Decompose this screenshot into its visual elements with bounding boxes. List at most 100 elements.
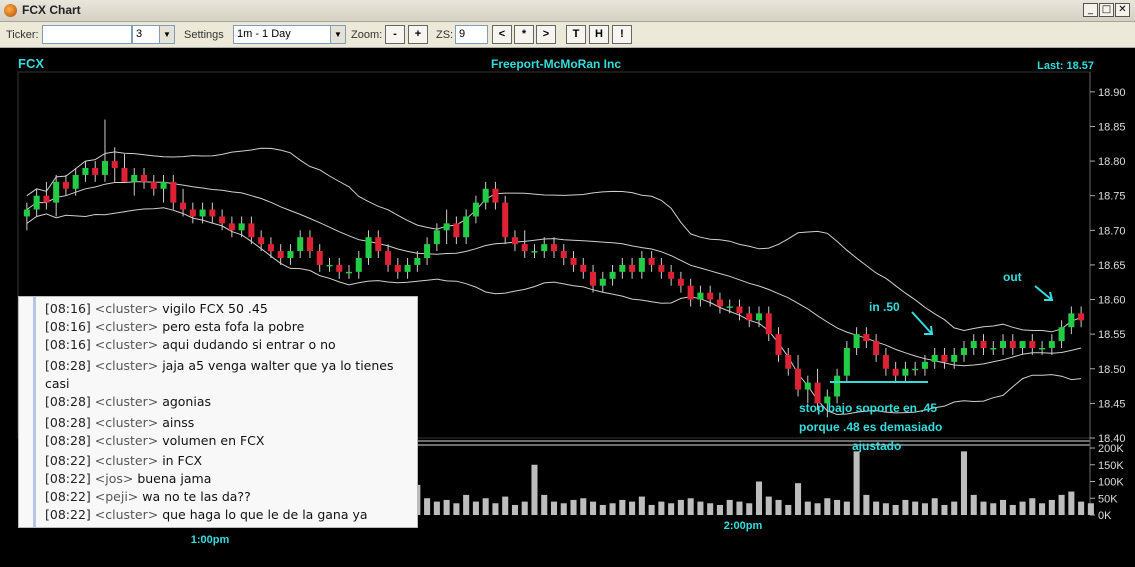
volume-bar [424,498,431,515]
candle [1000,341,1007,348]
volume-bar [453,503,460,515]
candle [238,223,245,231]
volume-bar [902,499,909,515]
candle [424,244,431,258]
volume-bar [980,501,987,515]
chat-text: ainss [162,415,195,430]
ticker-input[interactable] [42,25,132,44]
candle [297,237,304,252]
volume-bar [746,503,753,515]
candle [287,251,294,258]
settings-label: Settings [184,29,224,41]
maximize-button[interactable]: □ [1099,3,1114,17]
candle [267,244,274,252]
volume-bar [463,494,470,515]
volume-bar [1078,501,1085,515]
chat-nick: <cluster> [94,301,163,316]
ticker-label: Ticker: [6,29,39,41]
chat-message: [08:22] <peji> wa no te las da?? [45,489,251,504]
candle [775,334,782,355]
chat-text: vigilo FCX 50 .45 [162,301,268,316]
volume-bar [863,494,870,515]
price-tick-label: 18.60 [1098,295,1126,307]
candle [531,251,538,253]
volume-bar [814,503,821,515]
volume-bar [1009,504,1016,515]
candle [834,375,841,397]
next-button[interactable]: > [536,25,556,44]
title-bar: FCX Chart _ □ ✕ [0,0,1135,22]
candle [1019,341,1026,348]
candle [902,368,909,376]
chat-text: buena jama [137,471,212,486]
alert-button[interactable]: ! [612,25,632,44]
close-button[interactable]: ✕ [1115,3,1130,17]
prev-button[interactable]: < [492,25,512,44]
zoom-out-button[interactable]: - [385,25,405,44]
volume-bar [482,498,489,515]
volume-bar [892,504,899,515]
count-dropdown-icon[interactable]: ▼ [159,25,175,44]
zs-input[interactable]: 9 [455,25,488,44]
volume-bar [570,499,577,515]
candle [697,292,704,300]
annotation-stop-2: porque .48 es demasiado [799,420,942,434]
annotation-out: out [1003,270,1022,284]
candle [736,306,743,314]
volume-bar [687,498,694,515]
settings-dropdown-icon[interactable]: ▼ [330,25,346,44]
volume-tick-label: 0K [1098,510,1112,522]
chat-text: agonias [162,394,211,409]
candle [404,264,411,272]
t-button[interactable]: T [566,25,586,44]
chat-message: [08:28] <cluster> jaja a5 venga walter q… [45,358,394,373]
candle [199,209,206,217]
star-button[interactable]: * [514,25,534,44]
candle [609,271,616,279]
candle [53,181,60,203]
company-name: Freeport-McMoRan Inc [491,57,621,71]
candle [463,216,470,238]
candle [394,264,401,272]
chat-panel[interactable]: [08:16] <cluster> vigilo FCX 50 .45 [08:1… [18,296,418,528]
zoom-in-button[interactable]: + [408,25,428,44]
count-select[interactable]: 3 [132,25,160,44]
price-tick-label: 18.75 [1098,191,1126,203]
candle [62,181,69,189]
volume-bar [619,499,626,515]
candle [785,354,792,369]
chat-timestamp: [08:22] [45,453,95,468]
symbol-label: FCX [18,56,44,71]
candle [101,161,108,175]
candle [306,237,313,252]
volume-bar [726,499,733,515]
volume-bar [658,501,665,515]
candle [482,188,489,203]
volume-bar [1000,499,1007,515]
candle [521,244,528,252]
chat-text: volumen en FCX [162,433,265,448]
volume-tick-label: 50K [1098,493,1118,505]
chat-message: [08:16] <cluster> vigilo FCX 50 .45 [45,301,268,316]
h-button[interactable]: H [589,25,609,44]
candle [219,216,226,224]
candle [882,354,889,369]
settings-select[interactable]: 1m - 1 Day [233,25,331,44]
in-arrow-icon [911,311,934,335]
candle [795,368,802,390]
zoom-label: Zoom: [351,29,383,41]
candle [668,271,675,279]
volume-bar [1029,498,1036,515]
price-tick-label: 18.90 [1098,87,1126,99]
candle [980,341,987,348]
candle [1048,341,1055,348]
volume-bar [472,501,479,515]
minimize-button[interactable]: _ [1083,3,1098,17]
candle [765,313,772,335]
volume-bar [580,498,587,515]
candle [941,354,948,362]
candle [892,368,899,376]
candle [502,202,509,238]
chat-nick: <cluster> [94,453,163,468]
candle [33,195,40,210]
